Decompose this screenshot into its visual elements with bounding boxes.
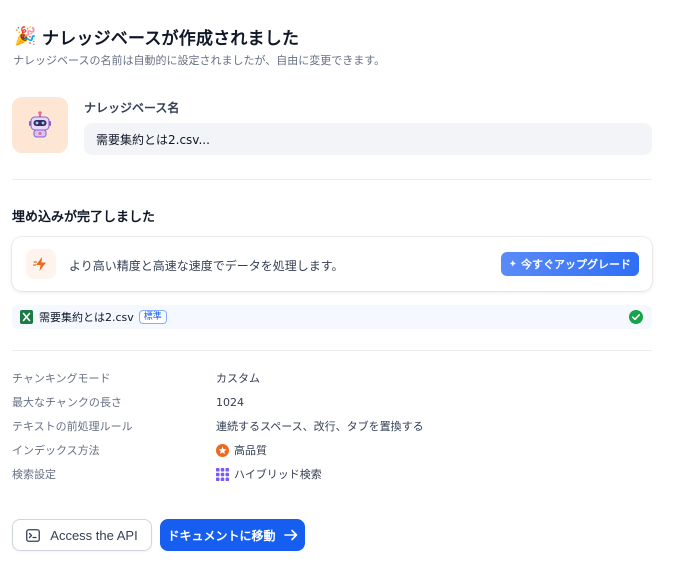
terminal-icon <box>26 528 41 542</box>
upgrade-now-button[interactable]: ✦ 今すぐアップグレード <box>500 252 639 276</box>
setting-value: 1024 <box>216 395 244 409</box>
knowledge-base-avatar[interactable] <box>12 97 68 153</box>
excel-icon <box>20 310 33 324</box>
page-subtitle: ナレッジベースの名前は自動的に設定されましたが、自由に変更できます。 <box>13 54 386 67</box>
access-api-label: Access the API <box>50 527 138 543</box>
divider <box>12 179 652 180</box>
knowledge-base-name-label: ナレッジベース名 <box>84 101 180 115</box>
divider <box>12 350 652 351</box>
upgrade-card: より高い精度と高速な速度でデータを処理します。 ✦ 今すぐアップグレード <box>12 237 652 291</box>
page-title: ナレッジベースが作成されました <box>42 29 300 49</box>
setting-value: 連続するスペース、改行、タブを置換する <box>216 420 424 433</box>
setting-key: テキストの前処理ルール <box>12 420 133 433</box>
header: 🎉 ナレッジベースが作成されました <box>14 24 300 50</box>
setting-key: 検索設定 <box>12 468 56 481</box>
setting-value: ハイブリッド検索 <box>216 466 322 482</box>
setting-key: チャンキングモード <box>12 372 111 385</box>
access-api-button[interactable]: Access the API <box>12 519 152 551</box>
embedding-section-title: 埋め込みが完了しました <box>12 210 156 225</box>
upgrade-button-label: 今すぐアップグレード <box>521 258 631 271</box>
setting-key: インデックス方法 <box>12 444 100 457</box>
setting-row-search-settings: 検索設定 ハイブリッド検索 <box>12 462 424 486</box>
upgrade-description: より高い精度と高速な速度でデータを処理します。 <box>69 259 344 273</box>
go-to-documents-label: ドキュメントに移動 <box>167 528 276 543</box>
robot-icon <box>29 111 51 138</box>
setting-row-max-chunk-length: 最大なチャンクの長さ 1024 <box>12 390 424 414</box>
setting-row-chunking-mode: チャンキングモード カスタム <box>12 366 424 390</box>
setting-row-index-method: インデックス方法 高品質 <box>12 438 424 462</box>
file-quality-badge: 標準 <box>138 310 167 324</box>
party-popper-icon: 🎉 <box>14 25 37 47</box>
setting-value: カスタム <box>216 372 260 385</box>
settings-summary: チャンキングモード カスタム 最大なチャンクの長さ 1024 テキストの前処理ル… <box>12 366 424 486</box>
go-to-documents-button[interactable]: ドキュメントに移動 <box>160 519 305 551</box>
lightning-icon <box>26 249 56 279</box>
hybrid-search-icon <box>216 467 229 481</box>
high-quality-icon <box>216 443 229 457</box>
check-circle-icon <box>629 310 643 324</box>
setting-value: 高品質 <box>216 442 267 458</box>
knowledge-base-name-input[interactable] <box>84 123 652 155</box>
embedded-file-row: 需要集約とは2.csv 標準 <box>12 305 652 329</box>
arrow-right-icon <box>283 529 297 541</box>
file-name: 需要集約とは2.csv <box>39 311 134 324</box>
setting-row-preprocessing-rules: テキストの前処理ルール 連続するスペース、改行、タブを置換する <box>12 414 424 438</box>
sparkle-icon: ✦ <box>508 258 517 270</box>
setting-key: 最大なチャンクの長さ <box>12 396 122 409</box>
